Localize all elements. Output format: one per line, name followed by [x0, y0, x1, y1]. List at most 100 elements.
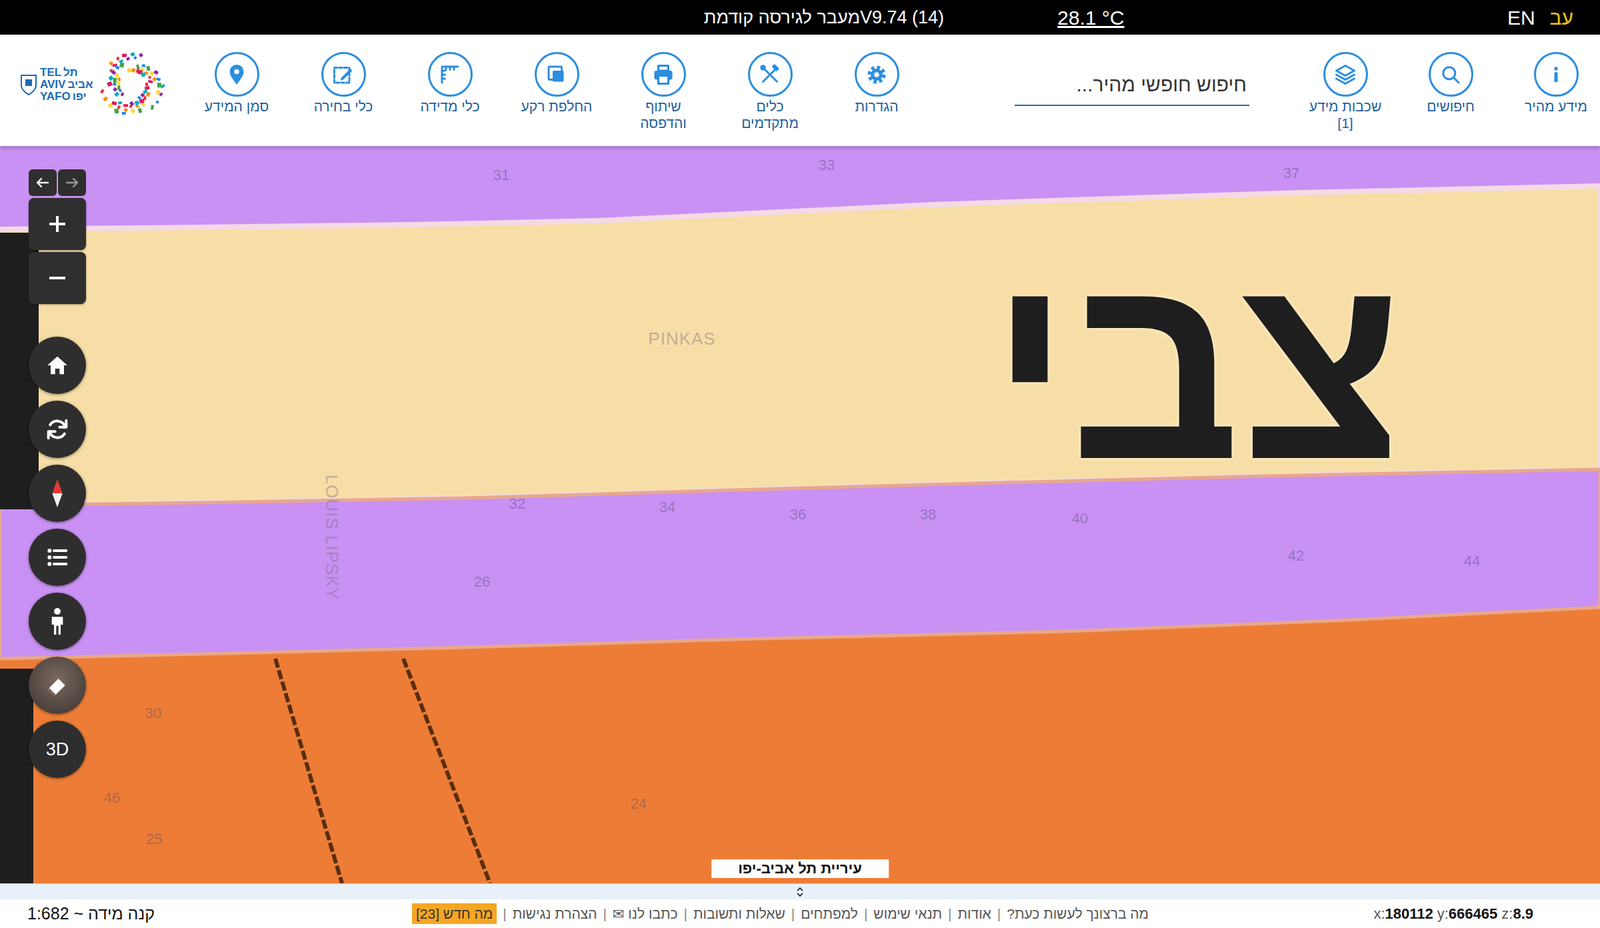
- logo-burst-icon: [96, 48, 170, 122]
- person-icon-svg-icon: [44, 606, 71, 636]
- toolbar-button[interactable]: שכבות מידע[1]: [1304, 52, 1387, 132]
- 3d-button[interactable]: 3D: [28, 720, 86, 778]
- toolbar-button-label: שיתוף והדפסה: [622, 98, 705, 132]
- search-icon: [1438, 62, 1463, 87]
- map-scale: קנה מידה ~ 1:682: [27, 901, 155, 927]
- toolbar-left-group: הגדרות כלים מתקדמים שיתוף והדפסה החלפת רקע כ…: [195, 52, 918, 132]
- toolbar-button-label: החלפת רקע: [521, 98, 593, 115]
- search-input[interactable]: [1014, 66, 1250, 106]
- background-swap-icon-svg-icon: [544, 62, 569, 87]
- logo-text: TELתלAVIVאביבYAFOיפו: [40, 66, 94, 103]
- language-switch: EN עב: [1124, 2, 1600, 33]
- printer-icon-svg-icon: [651, 62, 676, 87]
- forward-arrow-icon[interactable]: [58, 169, 86, 196]
- house-number-label: 31: [493, 167, 510, 184]
- list-icon[interactable]: [28, 528, 86, 586]
- toolbar: מידע מהיר חיפושים שכבות מידע[1] הגדרות כלים …: [0, 34, 1600, 146]
- icon-ring: [428, 52, 473, 97]
- logo-text-he: אביב: [67, 78, 93, 91]
- version-label: V9.74 (14): [860, 4, 944, 32]
- logo-text-he: תל: [63, 66, 78, 79]
- city-emblem-icon: [20, 73, 38, 96]
- footer-link[interactable]: אודות: [958, 903, 992, 925]
- street-label: LOUIS LIPSKY: [322, 474, 342, 600]
- house-number-label: 24: [630, 796, 647, 812]
- language-option[interactable]: EN: [1507, 2, 1536, 33]
- person-icon[interactable]: [28, 592, 86, 650]
- footer-link[interactable]: מה חדש [23]: [412, 903, 497, 925]
- footer-link[interactable]: כתבו לנו ✉: [612, 903, 678, 925]
- zoom-in-icon[interactable]: [28, 198, 86, 250]
- link-separator: |: [684, 903, 688, 925]
- toolbar-button[interactable]: כלי מדידה: [408, 52, 492, 115]
- selection-icon: [331, 62, 356, 87]
- house-number-label: 38: [920, 506, 936, 523]
- selection-icon-svg-icon: [331, 62, 356, 87]
- footer-toggle[interactable]: [0, 883, 1600, 900]
- zoom-in-icon-svg-icon: [46, 212, 69, 236]
- zoom-out-icon[interactable]: [28, 252, 86, 304]
- compass-icon[interactable]: [28, 464, 86, 522]
- logo-row: AVIVאביב: [40, 78, 94, 91]
- city-emblem-icon-svg-icon: [20, 73, 38, 96]
- ruler-icon-svg-icon: [438, 62, 462, 87]
- footer-row: קנה מידה ~ 1:682 מה ברצונך לעשות כעת? | אוד…: [0, 899, 1600, 928]
- footer-link[interactable]: למפתחים: [800, 903, 858, 925]
- back-arrow-icon[interactable]: [28, 169, 57, 196]
- toolbar-button[interactable]: החלפת רקע: [515, 52, 598, 115]
- map[interactable]: 313337PINKASLOUIS LIPSKY3234363840424426…: [0, 146, 1600, 884]
- back-arrow-icon-svg-icon: [34, 176, 51, 190]
- list-icon-svg-icon: [44, 544, 71, 571]
- map-attribution: עיריית תל אביב-יפו: [711, 859, 889, 878]
- street-label: PINKAS: [648, 329, 716, 349]
- house-number-label: 26: [474, 574, 490, 590]
- toolbar-button[interactable]: הגדרות: [835, 52, 918, 115]
- expand-toggle-icon[interactable]: [795, 886, 805, 898]
- icon-ring: [1323, 52, 1368, 97]
- toolbar-button[interactable]: מידע מהיר: [1514, 52, 1598, 115]
- language-option[interactable]: עב: [1550, 2, 1574, 33]
- toolbar-button-label: כלים מתקדמים: [728, 98, 812, 132]
- ruler-icon: [438, 62, 462, 87]
- logo-row: YAFOיפו: [40, 90, 94, 103]
- history-buttons: [28, 169, 86, 196]
- link-separator: |: [602, 903, 606, 925]
- tools-icon-svg-icon: [758, 62, 782, 87]
- previous-version-link[interactable]: מעבר לגירסה קודמת: [15, 4, 860, 32]
- house-number-label: 34: [659, 499, 676, 516]
- city-logo[interactable]: TELתלAVIVאביבYAFOיפו: [20, 48, 170, 122]
- toolbar-button[interactable]: כלים מתקדמים: [728, 52, 812, 132]
- footer-link[interactable]: מה ברצונך לעשות כעת?: [1006, 903, 1149, 925]
- footer-link[interactable]: תנאי שימוש: [873, 903, 942, 925]
- icon-ring: [748, 52, 793, 97]
- eraser-icon[interactable]: [28, 656, 86, 714]
- icon-ring: [1534, 52, 1579, 97]
- footer-link[interactable]: שאלות ותשובות: [693, 903, 786, 925]
- logo-row: TELתל: [40, 66, 94, 79]
- toolbar-button[interactable]: כלי בחירה: [302, 52, 385, 115]
- house-number-label: 25: [146, 831, 162, 848]
- link-separator: |: [948, 903, 952, 925]
- house-number-label: 44: [1464, 553, 1480, 570]
- coordinate-value: 8.9: [1512, 905, 1534, 922]
- toolbar-button-label: מידע מהיר: [1524, 98, 1588, 115]
- home-icon[interactable]: [28, 336, 86, 394]
- background-swap-icon: [544, 62, 569, 87]
- refresh-icon[interactable]: [28, 400, 86, 458]
- temperature-link[interactable]: 28.1 °C: [1057, 2, 1124, 33]
- coordinate-axis: y:: [1437, 905, 1449, 922]
- printer-icon: [651, 62, 676, 87]
- footer-link[interactable]: הצהרת נגישות: [512, 903, 598, 925]
- home-icon-svg-icon: [44, 352, 71, 379]
- link-separator: |: [864, 903, 868, 925]
- eraser-icon-svg-icon: [44, 672, 71, 699]
- footer-links: מה ברצונך לעשות כעת?|אודות|תנאי שימוש|למ…: [412, 903, 1149, 925]
- house-number-label: 40: [1072, 510, 1088, 527]
- expand-toggle-icon-svg-icon: [795, 886, 805, 898]
- toolbar-button[interactable]: שיתוף והדפסה: [622, 52, 705, 132]
- search-icon-svg-icon: [1438, 62, 1463, 87]
- toolbar-button[interactable]: חיפושים: [1409, 52, 1492, 115]
- map-marker-icon: [224, 62, 249, 87]
- toolbar-button[interactable]: סמן המידע: [195, 52, 278, 115]
- search-box: [1014, 66, 1250, 106]
